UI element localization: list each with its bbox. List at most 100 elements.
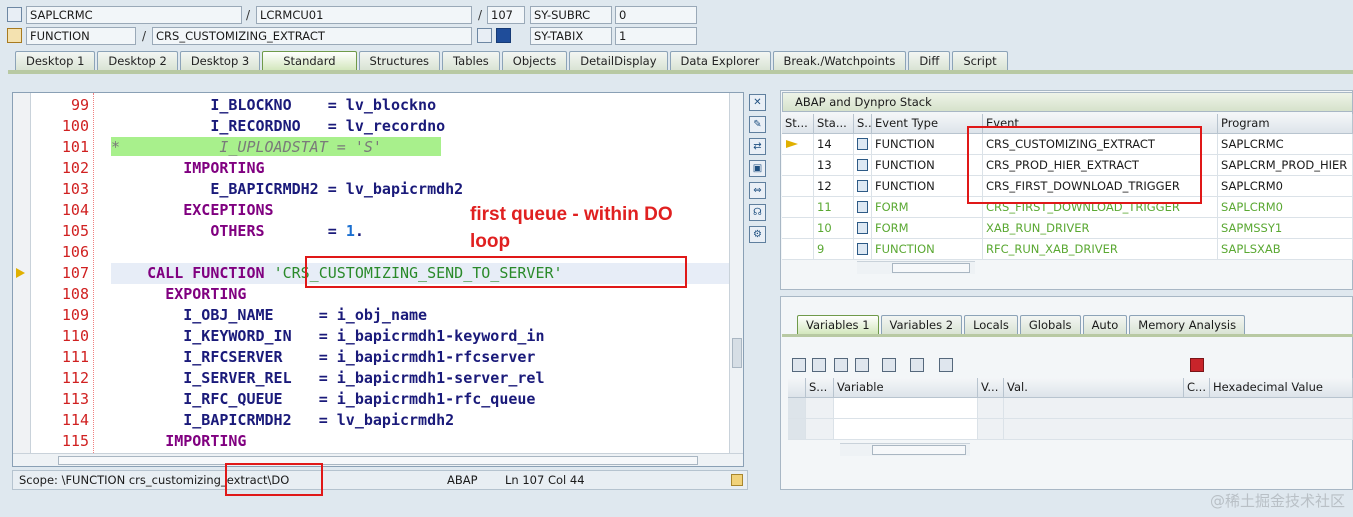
line-number: 107 [61, 264, 89, 282]
line-field[interactable]: 107 [487, 6, 525, 24]
sy-tabix-value[interactable]: 1 [615, 27, 697, 45]
row-selector[interactable] [788, 398, 806, 419]
table-row-marker[interactable] [782, 155, 814, 176]
swap-tool-icon[interactable]: ⇔ [749, 182, 766, 199]
save-icon[interactable] [1190, 358, 1204, 372]
function-icon [857, 159, 868, 171]
tab-desktop-1[interactable]: Desktop 1 [15, 51, 96, 70]
form-icon [857, 222, 868, 234]
col-header-hex-value[interactable]: Hexadecimal Value [1210, 378, 1353, 398]
tab-memory-analysis[interactable]: Memory Analysis [1129, 315, 1246, 334]
code-line: I_SERVER_REL = i_bapicrmdh1-server_rel [111, 369, 545, 387]
tab-auto[interactable]: Auto [1082, 315, 1128, 334]
tab-desktop-3[interactable]: Desktop 3 [179, 51, 261, 70]
fullscreen-icon[interactable]: ▣ [749, 160, 766, 177]
tab-standard[interactable]: Standard [262, 51, 357, 70]
variable-input[interactable] [834, 398, 978, 419]
services-icon[interactable]: ☊ [749, 204, 766, 221]
tab-variables-2[interactable]: Variables 2 [880, 315, 963, 334]
stack-horizontal-scrollbar[interactable] [857, 261, 975, 274]
delete-icon[interactable] [792, 358, 806, 372]
tab-breakpoints[interactable]: Break./Watchpoints [772, 51, 907, 70]
editor-vertical-scrollbar[interactable] [729, 93, 743, 453]
tab-tables[interactable]: Tables [442, 51, 500, 70]
stack-program: SAPLCRM_PROD_HIER [1218, 155, 1353, 176]
tab-globals[interactable]: Globals [1019, 315, 1081, 334]
program-field[interactable]: SAPLCRMC [26, 6, 242, 24]
settings-icon[interactable]: ⚙ [749, 226, 766, 243]
editor-status-bar: Scope: \FUNCTION crs_customizing_extract… [12, 470, 748, 490]
info-icon[interactable] [496, 28, 511, 43]
line-number: 101 [61, 138, 89, 156]
tab-structures[interactable]: Structures [358, 51, 441, 70]
line-number: 106 [61, 243, 89, 261]
new-tool-icon[interactable]: ✎ [749, 116, 766, 133]
separator: / [478, 8, 483, 22]
cursor-position: Ln 107 Col 44 [505, 473, 585, 487]
col-header-s[interactable]: S... [806, 378, 834, 398]
table-row-marker[interactable] [782, 176, 814, 197]
code-line: IMPORTING [183, 159, 265, 177]
tab-locals[interactable]: Locals [964, 315, 1018, 334]
var-cell [806, 419, 834, 440]
export-icon[interactable] [834, 358, 848, 372]
col-header-v[interactable]: V... [978, 378, 1004, 398]
watermark: @稀土掘金技术社区 [1209, 492, 1345, 510]
stack-level: 11 [814, 197, 854, 218]
variables-tabs: Variables 1 Variables 2 Locals Globals A… [797, 315, 1247, 334]
scroll-thumb[interactable] [732, 338, 742, 368]
include-field[interactable]: LCRMCU01 [256, 6, 472, 24]
col-header-value[interactable]: Val. [1004, 378, 1184, 398]
list-icon[interactable] [855, 358, 869, 372]
code-line: * I_UPLOADSTAT = 'S' [111, 138, 382, 156]
hscroll-thumb[interactable] [872, 445, 966, 455]
stack-type-icon-cell [854, 239, 872, 260]
table-row-marker[interactable] [782, 134, 814, 155]
hscroll-thumb[interactable] [58, 456, 698, 465]
display-icon[interactable] [477, 28, 492, 43]
hierarchy-icon[interactable] [882, 358, 896, 372]
line-number: 115 [61, 432, 89, 450]
debugger-tabs: Desktop 1 Desktop 2 Desktop 3 Standard S… [15, 51, 1010, 70]
table-row-marker[interactable] [782, 197, 814, 218]
col-header-s[interactable]: S... [854, 114, 872, 134]
hscroll-thumb[interactable] [892, 263, 970, 273]
import-icon[interactable] [812, 358, 826, 372]
editor-horizontal-scrollbar[interactable] [13, 453, 743, 466]
transfer-icon[interactable] [910, 358, 924, 372]
tab-variables-1[interactable]: Variables 1 [797, 315, 879, 334]
col-header-stack-level[interactable]: Sta... [814, 114, 854, 134]
function-type-icon [7, 28, 22, 43]
clipboard-icon[interactable] [731, 474, 743, 486]
sy-subrc-value[interactable]: 0 [615, 6, 697, 24]
stack-event[interactable]: XAB_RUN_DRIVER [983, 218, 1218, 239]
object-name-field[interactable]: CRS_CUSTOMIZING_EXTRACT [152, 27, 472, 45]
variable-input[interactable] [834, 419, 978, 440]
code-line: I_KEYWORD_IN = i_bapicrmdh1-keyword_in [111, 327, 545, 345]
object-type-field[interactable]: FUNCTION [26, 27, 136, 45]
stack-level: 9 [814, 239, 854, 260]
tab-script[interactable]: Script [952, 51, 1008, 70]
col-header-status[interactable]: St... [782, 114, 814, 134]
variables-horizontal-scrollbar[interactable] [840, 443, 970, 456]
line-number: 108 [61, 285, 89, 303]
close-icon[interactable]: ✕ [749, 94, 766, 111]
table-row-marker[interactable] [782, 239, 814, 260]
tab-desktop-2[interactable]: Desktop 2 [97, 51, 178, 70]
tab-objects[interactable]: Objects [501, 51, 568, 70]
stack-program: SAPMSSY1 [1218, 218, 1353, 239]
table-row-marker[interactable] [782, 218, 814, 239]
replace-tool-icon[interactable]: ⇄ [749, 138, 766, 155]
tab-data-explorer[interactable]: Data Explorer [669, 51, 771, 70]
col-header-c[interactable]: C... [1184, 378, 1210, 398]
col-header-program[interactable]: Program [1218, 114, 1353, 134]
tab-underline [8, 70, 1353, 74]
tab-detaildisplay[interactable]: DetailDisplay [569, 51, 668, 70]
stack-event[interactable]: RFC_RUN_XAB_DRIVER [983, 239, 1218, 260]
tab-diff[interactable]: Diff [908, 51, 951, 70]
change-icon[interactable] [939, 358, 953, 372]
col-header-variable[interactable]: Variable [834, 378, 978, 398]
variables-table[interactable]: S... Variable V... Val. C... Hexadecimal… [788, 378, 1353, 440]
line-number-divider [93, 93, 94, 453]
row-selector[interactable] [788, 419, 806, 440]
